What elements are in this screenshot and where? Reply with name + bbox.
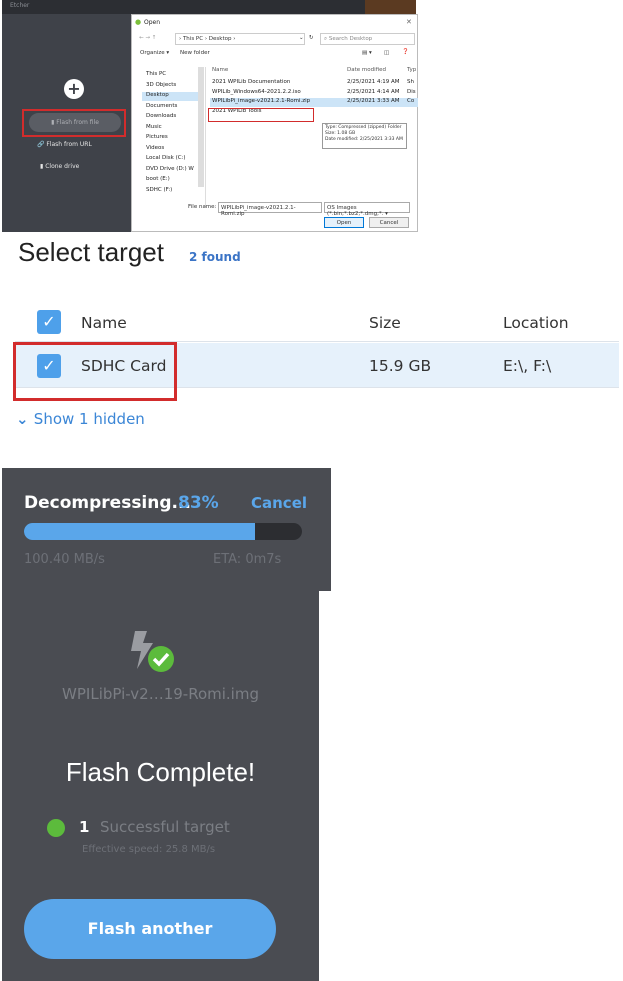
column-header-location[interactable]: Location — [503, 314, 569, 332]
nav-item[interactable]: This PC — [146, 71, 166, 80]
file-name-input[interactable]: WPILibPi_image-v2021.2.1-Romi.zip — [218, 202, 322, 217]
nav-item[interactable]: Downloads — [146, 113, 176, 122]
effective-speed: Effective speed: 25.8 MB/s — [82, 844, 216, 855]
file-name: WPILib_Windows64-2021.2.2.iso — [212, 88, 301, 95]
nav-arrows-icon[interactable]: ← → ↑ — [139, 35, 156, 41]
column-header-name[interactable]: Name — [212, 67, 228, 73]
file-name: 2021 WPILib Documentation — [212, 79, 291, 85]
dialog-title-bar: ● Open ✕ — [132, 15, 417, 31]
column-header-date[interactable]: Date modified — [347, 67, 386, 73]
column-header-name[interactable]: Name — [81, 314, 127, 332]
breadcrumb[interactable]: › This PC › Desktop › — [175, 33, 305, 45]
chevron-down-icon[interactable]: ⌄ — [299, 35, 304, 41]
file-name: WPILibPi_image-v2021.2.1-Romi.zip — [212, 98, 311, 104]
help-icon[interactable]: ❓ — [402, 49, 409, 55]
file-type: Sh — [407, 79, 414, 85]
file-tooltip: Type: Compressed (zipped) Folder Size: 1… — [322, 123, 407, 149]
file-row[interactable]: 2021 WPILib Documentation 2/25/2021 4:19 … — [210, 79, 418, 88]
preview-pane-icon[interactable]: ◫ — [384, 50, 389, 56]
dialog-title: Open — [144, 19, 161, 26]
new-folder-button[interactable]: New folder — [180, 50, 210, 56]
flash-success-icon — [131, 631, 174, 672]
file-date: 2/25/2021 4:14 AM — [347, 88, 400, 95]
column-header-type[interactable]: Typ — [407, 67, 416, 73]
tooltip-line: Date modified: 2/25/2021 3:33 AM — [325, 137, 403, 142]
drive-size: 15.9 GB — [369, 357, 432, 375]
flash-another-button[interactable]: Flash another — [24, 899, 276, 959]
progress-percent: 83% — [178, 493, 219, 513]
success-label: Successful target — [100, 818, 230, 836]
nav-item[interactable]: Local Disk (C:) — [146, 155, 186, 164]
file-type-select[interactable]: OS Images (*.bin;*.bz2;*.dmg;*. ▾ — [324, 202, 410, 217]
file-row[interactable]: WPILib_Windows64-2021.2.2.iso 2/25/2021 4… — [210, 89, 418, 98]
chevron-down-icon: ⌄ — [16, 410, 34, 428]
nav-item[interactable]: Music — [146, 124, 162, 133]
open-file-dialog: ● Open ✕ ← → ↑ › This PC › Desktop › ⌄ ↻… — [131, 14, 418, 232]
address-bar: ← → ↑ › This PC › Desktop › ⌄ ↻ ⌕ Search… — [137, 33, 417, 46]
flash-from-url-label: Flash from URL — [46, 141, 92, 148]
refresh-icon[interactable]: ↻ — [309, 35, 314, 41]
link-icon: 🔗 — [37, 141, 47, 148]
navigation-pane: This PC 3D Objects Desktop Documents Downloa… — [142, 67, 206, 207]
etcher-window-title: Etcher — [10, 2, 30, 9]
nav-item[interactable]: Videos — [146, 145, 164, 154]
highlight-box-selected-file — [208, 108, 314, 122]
organize-menu[interactable]: Organize ▾ — [140, 50, 169, 56]
nav-item[interactable]: Documents — [146, 103, 177, 112]
etcher-window: Etcher + ▮ Flash from file 🔗 Flash from … — [2, 0, 418, 232]
file-type: Co — [407, 98, 415, 104]
file-date: 2/25/2021 4:19 AM — [347, 79, 400, 85]
search-placeholder: Search Desktop — [328, 36, 373, 42]
nav-item[interactable]: 3D Objects — [146, 82, 176, 91]
dialog-footer: File name: WPILibPi_image-v2021.2.1-Romi… — [132, 202, 419, 232]
column-header-size[interactable]: Size — [369, 314, 401, 332]
show-hidden-link[interactable]: ⌄ Show 1 hidden — [16, 410, 145, 428]
page-title: Select target — [18, 237, 164, 267]
clone-drive-label: Clone drive — [45, 163, 80, 170]
highlight-box-flash-file — [22, 109, 126, 137]
cancel-button[interactable]: Cancel — [369, 217, 409, 228]
search-input[interactable]: ⌕ Search Desktop — [320, 33, 415, 45]
flash-complete-title: Flash Complete! — [65, 757, 256, 787]
file-date: 2/25/2021 3:33 AM — [347, 98, 400, 104]
highlight-box-sdhc-row — [13, 342, 177, 401]
found-count-badge: 2 found — [189, 250, 241, 264]
nav-item[interactable]: DVD Drive (D:) W — [146, 166, 194, 175]
show-hidden-label: Show 1 hidden — [33, 410, 145, 428]
success-count: 1 — [79, 818, 90, 836]
image-file-name: WPILibPi-v2…19-Romi.img — [62, 685, 259, 703]
view-options-icon[interactable]: ▤ ▾ — [362, 50, 372, 56]
nav-item[interactable]: Pictures — [146, 134, 168, 143]
app-icon: ● — [135, 18, 142, 26]
flash-from-url-link[interactable]: 🔗 Flash from URL — [37, 141, 117, 148]
cancel-button[interactable]: Cancel — [251, 494, 307, 512]
open-button[interactable]: Open — [324, 217, 364, 228]
nav-item[interactable]: Desktop — [142, 92, 204, 101]
nav-item[interactable]: SDHC (F:) — [146, 187, 172, 196]
file-row[interactable]: WPILibPi_image-v2021.2.1-Romi.zip 2/25/20… — [210, 98, 418, 107]
progress-status: Decompressing... — [24, 493, 191, 513]
drive-location: E:\, F:\ — [503, 357, 552, 375]
target-table-header: ✓ Name Size Location — [15, 302, 619, 342]
select-all-checkbox[interactable]: ✓ — [37, 310, 61, 334]
dialog-toolbar: Organize ▾ New folder ▤ ▾ ◫ ❓ — [140, 49, 415, 60]
close-icon[interactable]: ✕ — [406, 18, 412, 26]
transfer-speed: 100.40 MB/s — [24, 552, 105, 567]
nav-item[interactable]: boot (E:) — [146, 176, 170, 185]
eta-text: ETA: 0m7s — [213, 552, 282, 567]
progress-bar-fill — [24, 523, 255, 540]
etcher-title-bar: Etcher — [2, 0, 416, 14]
clone-drive-link[interactable]: ▮ Clone drive — [40, 163, 120, 170]
success-status-dot — [47, 819, 65, 837]
desktop-background-strip — [365, 0, 416, 14]
decompress-panel: Decompressing... 83% Cancel 100.40 MB/s … — [2, 468, 331, 591]
progress-bar — [24, 523, 302, 540]
file-name-label: File name: — [188, 204, 217, 210]
plus-icon[interactable]: + — [64, 79, 84, 99]
navigation-scrollbar[interactable] — [198, 67, 204, 187]
file-type: Dis — [407, 88, 416, 95]
flash-complete-panel: WPILibPi-v2…19-Romi.img Flash Complete! … — [2, 591, 319, 981]
